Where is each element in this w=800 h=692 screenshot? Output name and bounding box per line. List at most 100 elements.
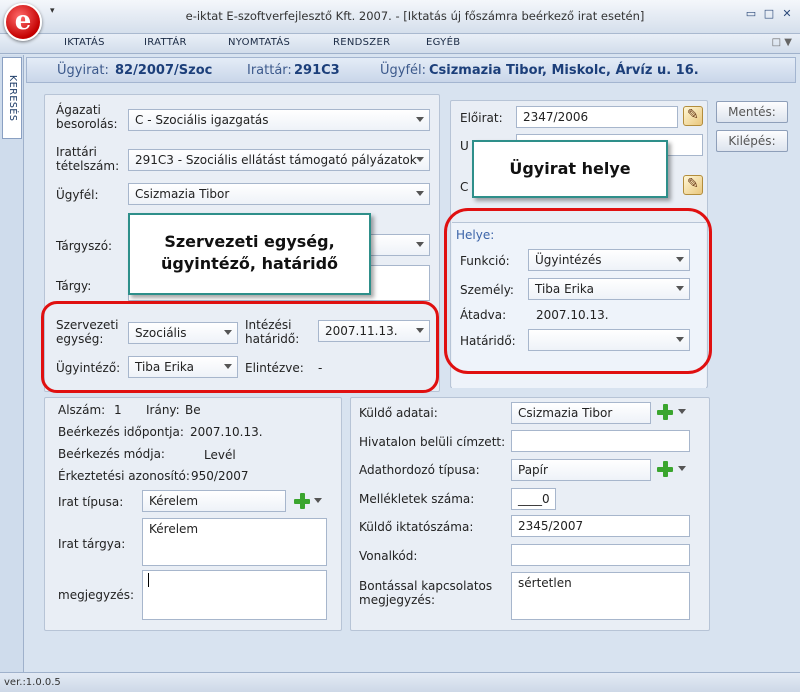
kuldo-adatai-select[interactable]: Csizmazia Tibor — [511, 402, 651, 424]
kilepes-button[interactable]: Kilépés: — [716, 130, 788, 152]
ugyintezo-label: Ügyintéző: — [56, 361, 121, 375]
chevron-down-icon — [676, 337, 684, 342]
funkcio-label: Funkció: — [460, 254, 510, 268]
ugyfel-value: Csizmazia Tibor, Miskolc, Árvíz u. 16. — [429, 63, 699, 78]
irat-tipusa-select-value: Kérelem — [149, 494, 199, 508]
hivatalon-label: Hivatalon belüli címzett: — [359, 435, 506, 449]
bontas-input[interactable]: sértetlen — [511, 572, 690, 620]
edit-icon[interactable] — [683, 175, 703, 195]
menu-irattar[interactable]: IRATTÁR — [144, 37, 187, 48]
vonalkod-input[interactable] — [511, 544, 690, 566]
intezesi-select[interactable]: 2007.11.13. — [318, 320, 430, 342]
menu-restore-icon[interactable]: □ ▼ — [772, 37, 792, 48]
erkeztetesi-label: Érkeztetési azonosító: — [58, 469, 190, 483]
atadva-value: 2007.10.13. — [536, 308, 609, 322]
irat-targya-label: Irat tárgya: — [58, 537, 126, 551]
edit-icon[interactable] — [683, 106, 703, 126]
chevron-down-icon — [676, 257, 684, 262]
search-tab[interactable]: KERESÉS — [2, 57, 22, 139]
callout-ugyirat-helye: Ügyirat helye — [472, 140, 668, 198]
menu-rendszer[interactable]: RENDSZER — [333, 37, 390, 48]
adathordozo-select[interactable]: Papír — [511, 459, 651, 481]
szemely-select-value: Tiba Erika — [535, 282, 595, 296]
targyszo-label: Tárgyszó: — [56, 239, 113, 253]
intezesi-label: Intézési határidő: — [245, 318, 300, 346]
helye-section — [452, 222, 706, 388]
status-bar: ver.:1.0.0.5 — [0, 672, 800, 692]
beerkezes-idopont-value: 2007.10.13. — [190, 425, 263, 439]
megjegyzes-input[interactable] — [142, 570, 327, 620]
targy-label: Tárgy: — [56, 279, 92, 293]
intezesi-select-value: 2007.11.13. — [325, 324, 398, 338]
szervezeti-select-value: Szociális — [135, 326, 187, 340]
irany-value: Be — [185, 403, 201, 417]
irat-tipusa-label: Irat típusa: — [58, 495, 124, 509]
atadva-label: Átadva: — [460, 308, 507, 322]
irattari-select[interactable]: 291C3 - Szociális ellátást támogató pály… — [128, 149, 430, 171]
side-panel — [0, 55, 24, 687]
szemely-select[interactable]: Tiba Erika — [528, 278, 690, 300]
chevron-down-icon — [416, 157, 424, 162]
text-cursor — [148, 573, 149, 587]
adathordozo-select-value: Papír — [518, 463, 548, 477]
eloirat-input[interactable]: 2347/2006 — [516, 106, 678, 128]
ugyirat-value: 82/2007/Szoc — [115, 63, 213, 78]
alszam-label: Alszám: — [58, 403, 106, 417]
maximize-button[interactable]: □ — [762, 8, 776, 20]
beerkezes-mod-label: Beérkezés módja: — [58, 447, 165, 461]
bontas-label: Bontással kapcsolatos megjegyzés: — [359, 579, 493, 607]
agazati-label: Ágazati besorolás: — [56, 103, 118, 131]
c-label: C — [460, 180, 469, 194]
mentes-button[interactable]: Mentés: — [716, 101, 788, 123]
chevron-down-icon[interactable] — [678, 409, 686, 414]
ugyfel-select[interactable]: Csizmazia Tibor — [128, 183, 430, 205]
ugyfel-field-label: Ügyfél: — [56, 188, 99, 202]
elintezve-value: - — [318, 361, 323, 375]
minimize-button[interactable]: ▭ — [744, 8, 758, 20]
app-logo[interactable]: e — [4, 3, 42, 41]
chevron-down-icon[interactable] — [678, 466, 686, 471]
add-icon[interactable] — [656, 403, 674, 421]
agazati-select[interactable]: C - Szociális igazgatás — [128, 109, 430, 131]
u-label: U — [460, 139, 469, 153]
ugyfel-label: Ügyfél: — [380, 63, 427, 78]
eloirat-label: Előirat: — [460, 111, 503, 125]
chevron-down-icon — [676, 286, 684, 291]
ugyfel-select-value: Csizmazia Tibor — [135, 187, 230, 201]
irat-targya-input[interactable]: Kérelem — [142, 518, 327, 566]
funkcio-select[interactable]: Ügyintézés — [528, 249, 690, 271]
close-button[interactable]: ✕ — [780, 8, 794, 20]
menu-bar — [0, 34, 800, 54]
chevron-down-icon — [416, 191, 424, 196]
szervezeti-select[interactable]: Szociális — [128, 322, 238, 344]
hivatalon-input[interactable] — [511, 430, 690, 452]
window-title: e-iktat E-szoftverfejlesztő Kft. 2007. -… — [185, 9, 645, 23]
szemely-label: Személy: — [460, 283, 514, 297]
menu-egyeb[interactable]: EGYÉB — [426, 37, 460, 48]
version-text: ver.:1.0.0.5 — [4, 677, 61, 688]
chevron-down-icon — [416, 117, 424, 122]
add-icon[interactable] — [656, 460, 674, 478]
hatarido-label: Határidő: — [460, 334, 516, 348]
callout-szervezeti: Szervezeti egység, ügyintéző, határidő — [128, 213, 371, 295]
elintezve-label: Elintézve: — [245, 361, 304, 375]
ugyintezo-select[interactable]: Tiba Erika — [128, 356, 238, 378]
irattari-label: Irattári tételszám: — [56, 145, 120, 173]
beerkezes-mod-value: Levél — [204, 448, 236, 462]
erkeztetesi-value: 950/2007 — [191, 469, 249, 483]
ugyirat-label: Ügyirat: — [57, 63, 109, 78]
mellekletek-label: Mellékletek száma: — [359, 492, 475, 506]
quick-access-arrow-icon[interactable]: ▾ — [50, 6, 55, 16]
mellekletek-input[interactable]: ____0 — [511, 488, 556, 510]
irattar-label: Irattár: — [247, 63, 292, 78]
helye-title: Helye: — [456, 228, 495, 242]
chevron-down-icon[interactable] — [314, 498, 322, 503]
add-icon[interactable] — [293, 492, 311, 510]
irat-tipusa-select[interactable]: Kérelem — [142, 490, 286, 512]
menu-nyomtatas[interactable]: NYOMTATÁS — [228, 37, 290, 48]
ugyintezo-select-value: Tiba Erika — [135, 360, 195, 374]
menu-iktatas[interactable]: IKTATÁS — [64, 37, 105, 48]
hatarido-select[interactable] — [528, 329, 690, 351]
chevron-down-icon — [224, 364, 232, 369]
kuldo-iktato-input[interactable]: 2345/2007 — [511, 515, 690, 537]
